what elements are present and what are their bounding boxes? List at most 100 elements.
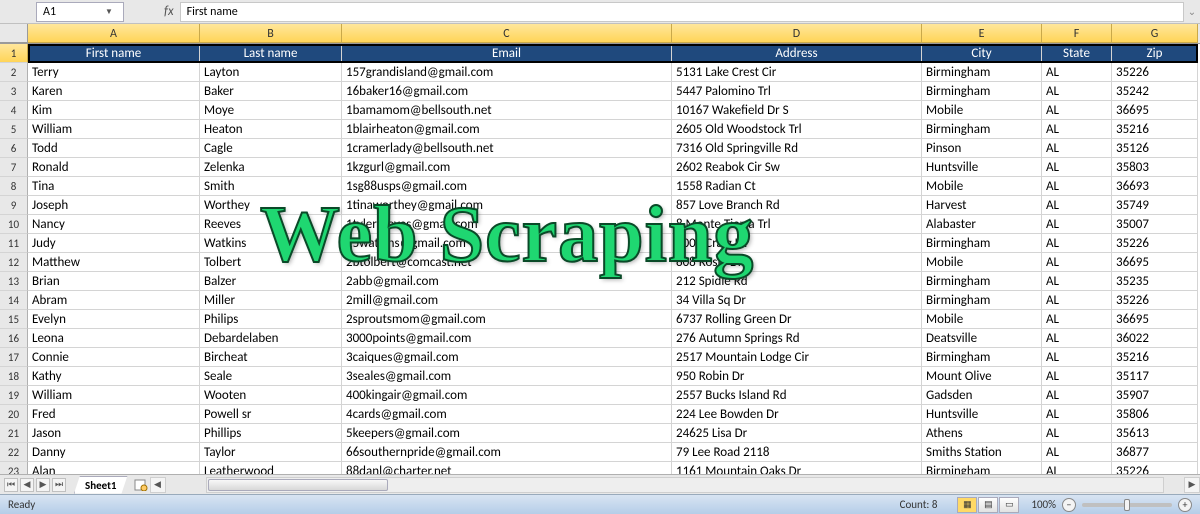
cell[interactable]: 857 Love Branch Rd xyxy=(672,196,922,215)
cell[interactable]: Nancy xyxy=(28,215,200,234)
cell[interactable]: 157grandisland@gmail.com xyxy=(342,63,672,82)
sheet-tab[interactable]: Sheet1 xyxy=(74,476,128,494)
cell[interactable]: William xyxy=(28,386,200,405)
cell[interactable]: Mobile xyxy=(922,253,1042,272)
cell[interactable]: 5keepers@gmail.com xyxy=(342,424,672,443)
cell[interactable]: Leona xyxy=(28,329,200,348)
expand-formula-icon[interactable]: ⌄ xyxy=(1184,5,1200,18)
cell[interactable]: 35216 xyxy=(1112,120,1198,139)
cell[interactable]: AL xyxy=(1042,215,1112,234)
cell[interactable]: Birmingham xyxy=(922,82,1042,101)
cell[interactable]: 25watkins@gmail.com xyxy=(342,234,672,253)
cell[interactable]: AL xyxy=(1042,367,1112,386)
name-box-dropdown-icon[interactable]: ▼ xyxy=(101,7,117,17)
cell[interactable]: 2abb@gmail.com xyxy=(342,272,672,291)
column-header-D[interactable]: D xyxy=(672,24,922,43)
formula-input[interactable]: First name xyxy=(180,2,1184,22)
select-all-corner[interactable] xyxy=(0,24,28,43)
cell[interactable]: AL xyxy=(1042,272,1112,291)
cell[interactable]: 400kingair@gmail.com xyxy=(342,386,672,405)
cell[interactable]: 36022 xyxy=(1112,329,1198,348)
cell[interactable]: AL xyxy=(1042,101,1112,120)
cell[interactable]: 35803 xyxy=(1112,158,1198,177)
header-cell[interactable]: First name xyxy=(28,44,200,63)
cell[interactable]: 2008 Craig Ln xyxy=(672,234,922,253)
cell[interactable]: AL xyxy=(1042,177,1112,196)
column-header-E[interactable]: E xyxy=(922,24,1042,43)
cell[interactable]: Birmingham xyxy=(922,272,1042,291)
grid[interactable]: 1 First nameLast nameEmailAddressCitySta… xyxy=(0,44,1200,500)
tab-nav-prev-icon[interactable]: ◀ xyxy=(20,478,34,492)
cell[interactable]: 1558 Radian Ct xyxy=(672,177,922,196)
cell[interactable]: Karen xyxy=(28,82,200,101)
row-number[interactable]: 14 xyxy=(0,291,28,310)
cell[interactable]: Mobile xyxy=(922,310,1042,329)
cell[interactable]: Huntsville xyxy=(922,158,1042,177)
cell[interactable]: Taylor xyxy=(200,443,342,462)
cell[interactable]: Gadsden xyxy=(922,386,1042,405)
cell[interactable]: 35226 xyxy=(1112,234,1198,253)
row-number[interactable]: 13 xyxy=(0,272,28,291)
cell[interactable]: 276 Autumn Springs Rd xyxy=(672,329,922,348)
cell[interactable]: 66southernpride@gmail.com xyxy=(342,443,672,462)
tab-nav-next-icon[interactable]: ▶ xyxy=(36,478,50,492)
cell[interactable]: 35242 xyxy=(1112,82,1198,101)
fx-icon[interactable]: fx xyxy=(158,4,180,19)
cell[interactable]: 35216 xyxy=(1112,348,1198,367)
cell[interactable]: Philips xyxy=(200,310,342,329)
cell[interactable]: Miller xyxy=(200,291,342,310)
cell[interactable]: 2btolbert@comcast.net xyxy=(342,253,672,272)
cell[interactable]: 8 Monte Tierra Trl xyxy=(672,215,922,234)
cell[interactable]: 35749 xyxy=(1112,196,1198,215)
cell[interactable]: AL xyxy=(1042,329,1112,348)
cell[interactable]: Deatsville xyxy=(922,329,1042,348)
view-page-layout-icon[interactable]: ▤ xyxy=(978,497,998,513)
cell[interactable]: Pinson xyxy=(922,139,1042,158)
cell[interactable]: Jason xyxy=(28,424,200,443)
name-box[interactable]: A1 ▼ xyxy=(36,2,124,22)
cell[interactable]: Phillips xyxy=(200,424,342,443)
cell[interactable]: 808 Rosie Dr xyxy=(672,253,922,272)
cell[interactable]: Kim xyxy=(28,101,200,120)
row-number[interactable]: 19 xyxy=(0,386,28,405)
cell[interactable]: Watkins xyxy=(200,234,342,253)
cell[interactable]: 35126 xyxy=(1112,139,1198,158)
cell[interactable]: Terry xyxy=(28,63,200,82)
cell[interactable]: 6737 Rolling Green Dr xyxy=(672,310,922,329)
cell[interactable]: AL xyxy=(1042,386,1112,405)
row-number[interactable]: 22 xyxy=(0,443,28,462)
hscroll-thumb[interactable] xyxy=(208,479,388,491)
cell[interactable]: Tina xyxy=(28,177,200,196)
row-number[interactable]: 6 xyxy=(0,139,28,158)
row-number[interactable]: 9 xyxy=(0,196,28,215)
cell[interactable]: 35907 xyxy=(1112,386,1198,405)
cell[interactable]: Alabaster xyxy=(922,215,1042,234)
column-header-A[interactable]: A xyxy=(28,24,200,43)
new-sheet-icon[interactable] xyxy=(132,478,150,492)
cell[interactable]: 4cards@gmail.com xyxy=(342,405,672,424)
cell[interactable]: AL xyxy=(1042,348,1112,367)
row-number[interactable]: 8 xyxy=(0,177,28,196)
cell[interactable]: Worthey xyxy=(200,196,342,215)
cell[interactable]: Huntsville xyxy=(922,405,1042,424)
cell[interactable]: 1tinaworthey@gmail.com xyxy=(342,196,672,215)
cell[interactable]: 2605 Old Woodstock Trl xyxy=(672,120,922,139)
header-cell[interactable]: Address xyxy=(672,44,922,63)
zoom-out-icon[interactable]: − xyxy=(1062,498,1076,512)
tab-nav-first-icon[interactable]: ⏮ xyxy=(4,478,18,492)
cell[interactable]: 24625 Lisa Dr xyxy=(672,424,922,443)
cell[interactable]: 36695 xyxy=(1112,310,1198,329)
cell[interactable]: Kathy xyxy=(28,367,200,386)
row-number[interactable]: 21 xyxy=(0,424,28,443)
cell[interactable]: 212 Spidle Rd xyxy=(672,272,922,291)
cell[interactable]: Birmingham xyxy=(922,63,1042,82)
header-cell[interactable]: Email xyxy=(342,44,672,63)
cell[interactable]: Layton xyxy=(200,63,342,82)
cell[interactable]: 2557 Bucks Island Rd xyxy=(672,386,922,405)
zoom-in-icon[interactable]: + xyxy=(1178,498,1192,512)
cell[interactable]: 35226 xyxy=(1112,63,1198,82)
cell[interactable]: 1kzgurl@gmail.com xyxy=(342,158,672,177)
row-number[interactable]: 1 xyxy=(0,44,28,63)
row-number[interactable]: 18 xyxy=(0,367,28,386)
cell[interactable]: AL xyxy=(1042,196,1112,215)
